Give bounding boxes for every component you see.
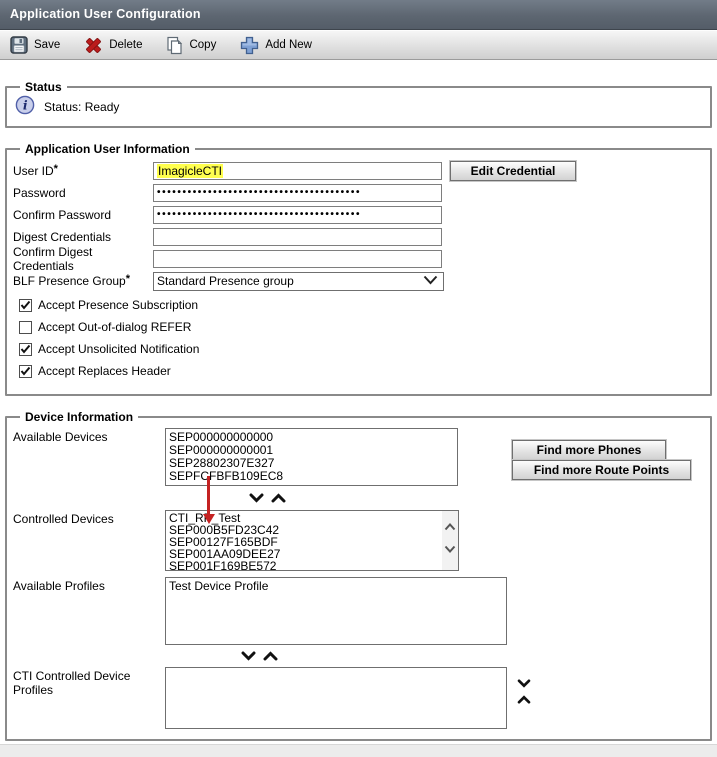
checkbox-accept-replaces-header[interactable] [19,365,32,378]
available-devices-listbox[interactable]: SEP000000000000 SEP000000000001 SEP28802… [165,428,458,486]
available-profiles-listbox[interactable]: Test Device Profile [165,577,507,645]
blf-presence-group-label: BLF Presence Group* [13,274,153,288]
list-item[interactable]: Test Device Profile [166,580,506,593]
status-section: Status i Status: Ready [5,80,712,128]
add-new-button[interactable]: Add New [240,36,312,55]
available-devices-label: Available Devices [13,428,165,444]
floppy-disk-icon [10,36,28,54]
delete-button[interactable]: Delete [84,36,142,55]
info-circle-icon: i [15,95,35,118]
save-button-label: Save [34,39,60,51]
chevron-down-icon [423,274,438,288]
checkbox-label: Accept Out-of-dialog REFER [38,320,191,334]
page-bottom-strip [0,744,717,757]
move-down-button[interactable] [241,651,256,661]
move-up-button[interactable] [517,695,531,704]
toolbar: Save Delete Copy [0,30,717,60]
find-more-phones-button[interactable]: Find more Phones [512,440,666,460]
confirm-password-masked-value: •••••••••••••••••••••••••••••••••••••••• [157,207,361,223]
find-more-route-points-button[interactable]: Find more Route Points [512,460,691,480]
checkbox-label: Accept Replaces Header [38,364,171,378]
confirm-password-field[interactable]: •••••••••••••••••••••••••••••••••••••••• [153,206,442,224]
scroll-up-icon[interactable] [444,520,456,534]
application-user-information-section: Application User Information User ID* Im… [5,142,712,396]
copy-button[interactable]: Copy [166,36,216,55]
available-profiles-label: Available Profiles [13,577,165,593]
status-text: Status: Ready [44,100,119,114]
confirm-digest-credentials-field[interactable] [153,250,442,268]
delete-button-label: Delete [109,39,142,51]
controlled-devices-listbox[interactable]: CTI_RP_Test SEP000B5FD23C42 SEP00127F165… [165,510,459,571]
password-label: Password [13,186,153,200]
list-item[interactable]: SEPFCFBFB109EC8 [166,470,457,483]
page-title: Application User Configuration [0,0,717,30]
controlled-devices-label: Controlled Devices [13,510,165,526]
move-down-button[interactable] [249,493,264,503]
application-user-information-legend: Application User Information [20,142,195,156]
edit-credential-button[interactable]: Edit Credential [450,161,576,181]
device-information-legend: Device Information [20,410,138,424]
scroll-down-icon[interactable] [444,542,456,556]
confirm-password-label: Confirm Password [13,208,153,222]
page-content: Status i Status: Ready Application User … [0,60,717,757]
password-field[interactable]: •••••••••••••••••••••••••••••••••••••••• [153,184,442,202]
password-masked-value: •••••••••••••••••••••••••••••••••••••••• [157,185,361,201]
save-button[interactable]: Save [10,36,60,54]
move-up-button[interactable] [271,493,286,503]
user-id-value: ImagicleCTI [157,164,223,178]
digest-credentials-field[interactable] [153,228,442,246]
user-id-field[interactable]: ImagicleCTI [153,162,442,180]
checkbox-accept-out-of-dialog-refer[interactable] [19,321,32,334]
copy-button-label: Copy [189,39,216,51]
red-x-icon [84,36,103,55]
confirm-digest-credentials-label: Confirm Digest Credentials [13,245,153,273]
checkbox-accept-unsolicited-notification[interactable] [19,343,32,356]
move-up-button[interactable] [263,651,278,661]
list-item[interactable]: SEP001F169BE572 [166,560,458,571]
blf-presence-group-value: Standard Presence group [157,274,294,288]
blue-plus-icon [240,36,259,55]
checkbox-label: Accept Presence Subscription [38,298,198,312]
move-down-button[interactable] [517,679,531,688]
digest-credentials-label: Digest Credentials [13,230,153,244]
cti-controlled-device-profiles-label: CTI Controlled Device Profiles [13,667,165,697]
copy-pages-icon [166,36,183,55]
blf-presence-group-select[interactable]: Standard Presence group [153,272,444,291]
device-information-section: Device Information Find more Phones Find… [5,410,712,741]
cti-controlled-device-profiles-listbox[interactable] [165,667,507,729]
user-id-label: User ID* [13,164,153,178]
add-new-button-label: Add New [265,39,312,51]
svg-text:i: i [23,98,28,113]
checkbox-label: Accept Unsolicited Notification [38,342,199,356]
status-legend: Status [20,80,67,94]
checkbox-accept-presence-subscription[interactable] [19,299,32,312]
listbox-scrollbar[interactable] [442,511,458,570]
